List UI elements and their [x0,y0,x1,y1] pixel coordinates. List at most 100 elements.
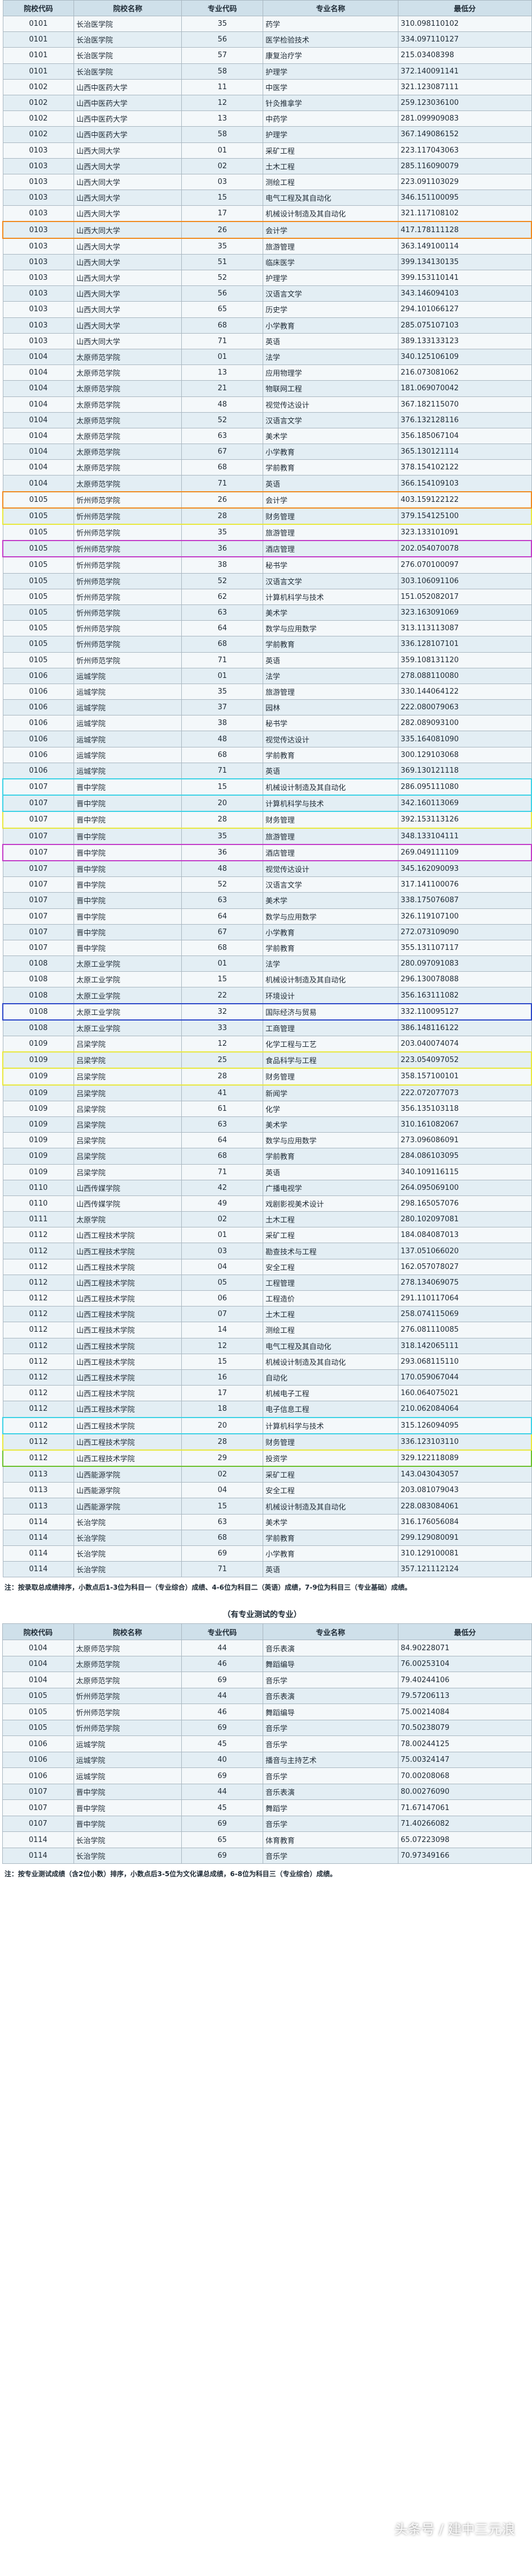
cell-major-code: 28 [181,811,264,829]
cell-major-name: 美术学 [263,604,399,621]
cell-school-code: 0103 [2,158,75,174]
cell-min-score: 329.122118089 [398,1449,532,1467]
cell-min-score: 356.135103118 [398,1100,532,1117]
table-row: 0104 太原师范学院 67 小学教育 365.130121114 [2,444,532,460]
cell-major-code: 46 [181,1655,264,1673]
cell-school-code: 0105 [2,507,75,525]
table-row: 0105 忻州师范学院 52 汉语言文学 303.106091106 [2,573,532,589]
table-row: 0112 山西工程技术学院 06 工程造价 291.110117064 [2,1290,532,1307]
cell-major-name: 美术学 [263,1116,399,1133]
cell-major-name: 机械设计制造及其自动化 [263,1353,399,1370]
table-row: 0103 山西大同大学 01 采矿工程 223.117043063 [2,142,532,159]
cell-min-score: 84.90228071 [398,1640,532,1656]
table-row: 0106 运城学院 37 园林 222.080079063 [2,699,532,716]
cell-school-code: 0104 [2,348,75,366]
cell-major-name: 历史学 [263,301,399,318]
cell-school-code: 0106 [2,731,75,747]
cell-school-code: 0107 [2,1799,74,1816]
cell-school-code: 0104 [2,475,75,492]
cell-major-name: 化学工程与工艺 [263,1036,399,1052]
cell-major-code: 15 [181,190,264,206]
cell-school-code: 0112 [2,1416,75,1434]
cell-major-code: 65 [181,1831,264,1848]
cell-major-code: 35 [181,828,264,845]
cell-major-code: 69 [181,1545,264,1562]
cell-school-code: 0103 [2,253,75,271]
cell-min-score: 137.051066020 [398,1243,532,1259]
cell-school-code: 0107 [2,828,75,845]
cell-school-code: 0109 [2,1068,75,1086]
table-row: 0113 山西能源学院 15 机械设计制造及其自动化 228.083084061 [2,1498,532,1515]
cell-major-code: 22 [181,987,264,1004]
cell-major-name: 园林 [263,699,399,716]
cell-major-code: 02 [181,158,264,174]
cell-school-name: 长治学院 [74,1529,182,1546]
cell-min-score: 345.162090093 [398,860,532,878]
cell-school-code: 0109 [2,1051,75,1069]
cell-school-code: 0109 [2,1148,75,1165]
cell-school-code: 0103 [2,205,75,222]
cell-major-name: 视觉传达设计 [263,396,399,413]
cell-major-name: 汉语言文学 [263,876,399,893]
cell-school-code: 0112 [2,1353,75,1370]
cell-min-score: 348.133104111 [398,828,532,845]
cell-school-code: 0104 [2,444,75,460]
cell-school-name: 山西工程技术学院 [74,1433,182,1451]
table-row: 0114 长治学院 69 小学教育 310.129100081 [2,1545,532,1562]
cell-major-code: 41 [181,1084,264,1101]
col-school-code: 院校代码 [2,0,75,16]
table-row: 0104 太原师范学院 63 美术学 356.185067104 [2,427,532,445]
table-row: 0105 忻州师范学院 63 美术学 323.163091069 [2,604,532,621]
table-row: 0107 晋中学院 52 汉语言文学 317.141100076 [2,876,532,893]
cell-school-name: 山西大同大学 [74,221,182,239]
cell-major-code: 56 [181,285,264,302]
col-school-name: 院校名称 [73,1623,182,1641]
cell-major-name: 英语 [263,475,399,492]
cell-major-code: 02 [181,1466,264,1483]
cell-major-name: 数学与应用数学 [263,1132,399,1149]
cell-min-score: 70.00208068 [398,1767,532,1784]
table-row: 0103 山西大同大学 17 机械设计制造及其自动化 321.117108102 [2,205,532,222]
cell-major-code: 68 [181,459,264,476]
cell-min-score: 326.119107100 [398,908,532,925]
cell-major-code: 63 [181,604,264,621]
cell-school-code: 0114 [2,1545,75,1562]
cell-min-score: 228.083084061 [398,1498,532,1515]
cell-major-name: 电气工程及其自动化 [263,190,399,206]
table-row: 0106 运城学院 40 播音与主持艺术 75.00324147 [2,1751,532,1769]
cell-major-code: 58 [181,126,264,143]
table-row: 0107 晋中学院 45 舞蹈学 71.67147061 [2,1799,532,1816]
cell-school-name: 山西大同大学 [74,317,182,334]
cell-major-code: 64 [181,620,264,637]
cell-school-code: 0103 [2,173,75,191]
cell-school-code: 0105 [2,1719,74,1737]
cell-major-code: 35 [181,238,264,255]
cell-major-code: 61 [181,1100,264,1117]
cell-major-name: 广播电视学 [263,1179,399,1196]
cell-school-name: 吕梁学院 [74,1100,182,1117]
cell-min-score: 332.110095127 [398,1003,532,1021]
cell-school-code: 0103 [2,238,75,255]
cell-major-name: 音乐学 [263,1719,398,1737]
cell-major-code: 18 [181,1401,264,1418]
cell-school-code: 0108 [2,955,75,972]
cell-major-name: 体育教育 [263,1831,398,1848]
cell-school-name: 太原师范学院 [74,459,182,476]
cell-min-score: 313.113113087 [398,620,532,637]
cell-school-code: 0109 [2,1164,75,1180]
cell-major-code: 35 [181,15,264,33]
cell-major-code: 52 [181,573,264,589]
cell-major-name: 工商管理 [263,1019,399,1036]
cell-major-name: 工程造价 [263,1290,399,1307]
cell-major-code: 52 [181,876,264,893]
cell-major-code: 69 [181,1767,264,1784]
table2-body: 0104 太原师范学院 44 音乐表演 84.90228071 0104 太原师范学院 46 舞… [2,1640,532,1864]
cell-school-name: 山西工程技术学院 [74,1449,182,1467]
cell-school-name: 山西工程技术学院 [74,1258,182,1275]
cell-min-score: 160.064075021 [398,1385,532,1402]
cell-school-code: 0104 [2,1655,74,1673]
cell-major-code: 62 [181,588,264,605]
cell-school-name: 长治学院 [73,1847,182,1864]
cell-major-code: 21 [181,380,264,397]
col-min-score: 最低分 [398,0,532,16]
